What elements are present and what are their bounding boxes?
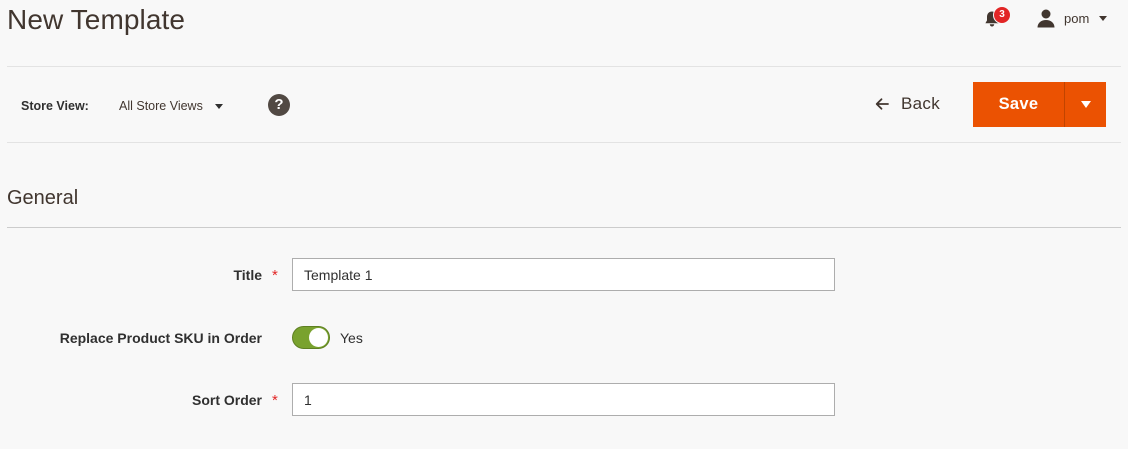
toolbar-divider	[7, 142, 1121, 143]
chevron-down-icon	[1099, 15, 1108, 21]
back-button[interactable]: Back	[875, 93, 940, 115]
header-divider	[7, 66, 1121, 67]
replace-sku-toggle[interactable]	[292, 326, 330, 349]
replace-sku-state: Yes	[340, 330, 363, 346]
back-label: Back	[901, 94, 940, 113]
save-button-group: Save	[973, 82, 1106, 127]
required-marker: *	[272, 267, 278, 284]
notification-count-badge[interactable]: 3	[993, 6, 1011, 24]
chevron-down-icon	[1080, 101, 1091, 108]
replace-sku-label: Replace Product SKU in Order	[59, 330, 262, 346]
title-label: Title	[233, 267, 262, 283]
save-options-toggle[interactable]	[1064, 82, 1106, 127]
sort-order-input[interactable]	[292, 383, 835, 416]
title-input[interactable]	[292, 258, 835, 291]
store-view-switcher[interactable]: All Store Views	[119, 99, 223, 113]
help-icon[interactable]: ?	[268, 94, 290, 116]
user-name: pom	[1064, 10, 1090, 26]
save-button[interactable]: Save	[973, 82, 1064, 127]
section-divider	[7, 227, 1121, 228]
sort-order-label: Sort Order	[191, 392, 262, 408]
toggle-knob	[309, 328, 328, 347]
arrow-left-icon	[875, 98, 889, 110]
required-marker: *	[272, 392, 278, 409]
page-title: New Template	[7, 4, 186, 35]
user-menu[interactable]: pom	[1036, 7, 1108, 29]
store-view-value: All Store Views	[119, 99, 203, 113]
chevron-down-icon	[214, 103, 223, 109]
store-view-label: Store View:	[21, 99, 89, 113]
user-icon	[1037, 9, 1055, 28]
section-title: General	[7, 187, 79, 209]
